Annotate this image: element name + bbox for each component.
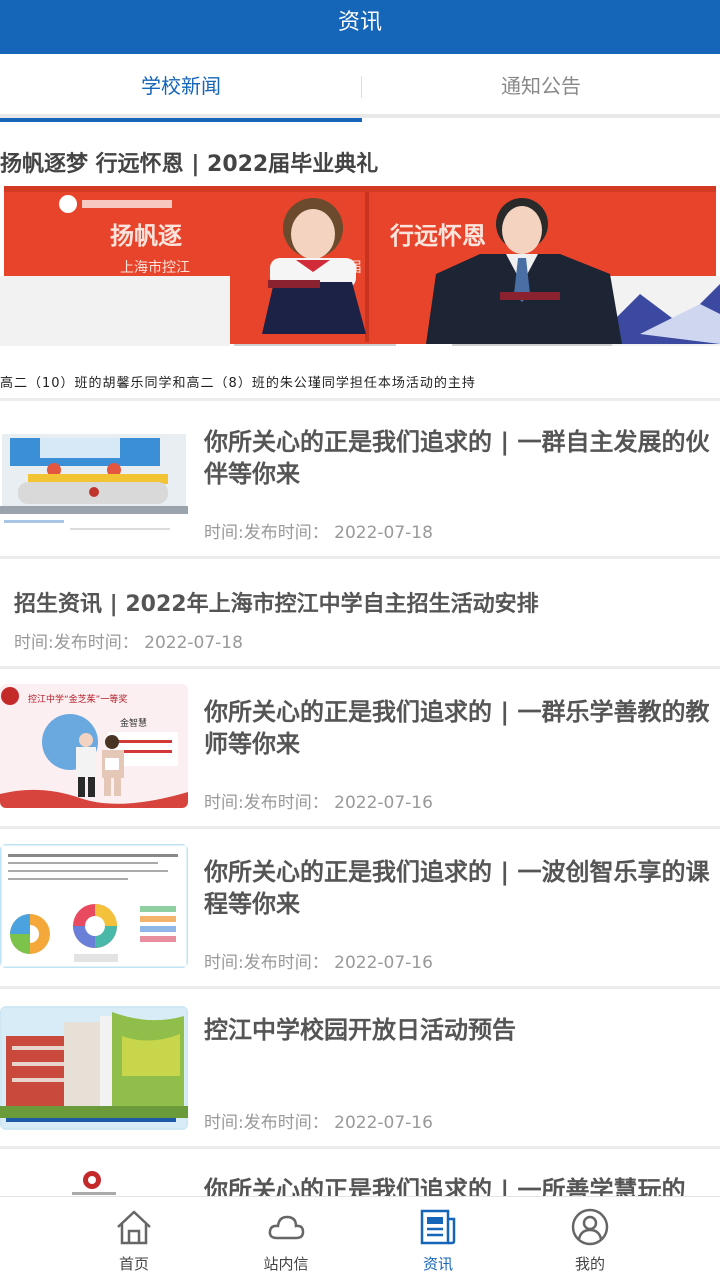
tab-bar: 学校新闻 通知公告 [0, 54, 720, 122]
divider [0, 666, 720, 669]
news-title[interactable]: 你所关心的正是我们追求的 | 一波创智乐享的课程等你来 [204, 856, 710, 920]
nav-messages[interactable]: 站内信 [226, 1197, 346, 1280]
divider [0, 556, 720, 559]
news-title[interactable]: 你所关心的正是我们追求的 | 一群自主发展的伙伴等你来 [204, 426, 710, 490]
news-time: 时间:发布时间： 2022-07-16 [204, 793, 433, 813]
news-time: 时间:发布时间： 2022-07-18 [204, 523, 433, 543]
tab-school-news[interactable]: 学校新闻 [0, 54, 362, 122]
nav-home-label: 首页 [118, 1255, 149, 1273]
news-thumbnail[interactable]: 控江中学“金芝茱”一等奖 金智慧 [0, 684, 188, 808]
bottom-navigation: 首页 站内信 资讯 我的 [0, 1196, 720, 1280]
profile-icon [571, 1208, 609, 1246]
cloud-icon [268, 1215, 305, 1240]
news-thumbnail[interactable] [0, 844, 188, 968]
nav-news-label: 资讯 [422, 1255, 453, 1273]
divider [0, 826, 720, 829]
news-thumbnail[interactable] [0, 1006, 188, 1130]
home-icon [117, 1210, 151, 1245]
news-thumbnail[interactable] [0, 420, 188, 544]
news-title[interactable]: 你所关心的正是我们追求的 | 一所善学慧玩的 [204, 1174, 710, 1196]
featured-image[interactable]: 扬帆逐 行远怀恩 上海市控江 22届 [0, 184, 720, 360]
thumb-name: 金智慧 [120, 717, 147, 729]
featured-caption: 高二（10）班的胡馨乐同学和高二（8）班的朱公瑾同学担任本场活动的主持 [0, 376, 476, 388]
nav-messages-label: 站内信 [263, 1255, 309, 1273]
nav-profile-label: 我的 [574, 1255, 605, 1273]
tab-notices[interactable]: 通知公告 [362, 54, 720, 118]
thumb-caption: 控江中学“金芝茱”一等奖 [28, 693, 127, 705]
news-time: 时间:发布时间： 2022-07-18 [14, 633, 243, 653]
nav-home[interactable]: 首页 [74, 1197, 194, 1280]
banner-subtext: 上海市控江 [120, 259, 190, 276]
nav-news[interactable]: 资讯 [378, 1197, 498, 1280]
page-title: 资讯 [337, 10, 382, 35]
news-title[interactable]: 招生资讯 | 2022年上海市控江中学自主招生活动安排 [14, 586, 714, 618]
news-time: 时间:发布时间： 2022-07-16 [204, 1113, 433, 1133]
nav-profile[interactable]: 我的 [530, 1197, 650, 1280]
banner-text-right: 行远怀恩 [389, 222, 486, 250]
news-icon [420, 1209, 456, 1245]
news-list: 扬帆逐梦 行远怀恩 | 2022届毕业典礼 扬帆逐 行远怀恩 上海市控江 22届 [0, 122, 720, 1196]
divider [0, 986, 720, 989]
divider [0, 398, 720, 401]
news-time: 时间:发布时间： 2022-07-16 [204, 953, 433, 973]
featured-title[interactable]: 扬帆逐梦 行远怀恩 | 2022届毕业典礼 [0, 146, 378, 178]
divider [0, 1146, 720, 1149]
top-bar: 资讯 [0, 0, 720, 54]
news-thumbnail[interactable] [0, 1164, 188, 1196]
news-title[interactable]: 控江中学校园开放日活动预告 [204, 1014, 710, 1046]
banner-text-left: 扬帆逐 [110, 222, 182, 250]
news-title[interactable]: 你所关心的正是我们追求的 | 一群乐学善教的教师等你来 [204, 696, 710, 760]
